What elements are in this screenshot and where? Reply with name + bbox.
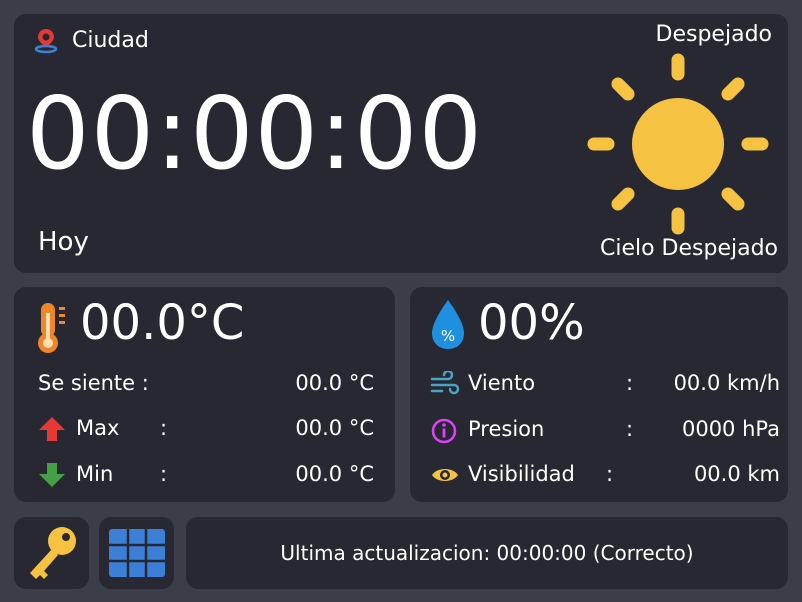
pressure-label: Presion [468,417,545,441]
max-separator: : [160,416,168,440]
thermometer-icon [32,299,72,359]
last-update-status: Ultima actualizacion: 00:00:00 (Correcto… [280,541,694,565]
sun-icon [586,52,770,240]
feels-like-value: 00.0 °C [295,371,374,395]
arrow-down-icon [38,462,66,493]
temperature-panel: 00.0°C Se siente : 00.0 °C Max : 00.0 °C… [14,287,395,502]
condition-long: Cielo Despejado [599,236,778,261]
city-label: Ciudad [72,28,149,53]
min-value: 00.0 °C [295,462,374,486]
wind-icon [430,369,460,402]
eye-icon [430,462,460,493]
wind-separator: : [626,371,634,395]
humidity-panel: % 00% Viento : 00.0 km/h Presion : 0000 … [410,287,788,502]
temperature-value: 00.0°C [80,295,245,351]
key-button[interactable] [14,517,89,589]
arrow-up-icon [38,416,66,447]
clock-display: 00:00:00 [26,75,484,192]
humidity-drop-icon: % [428,297,468,357]
humidity-value: 00% [478,295,585,351]
key-icon [24,523,82,587]
current-weather-panel: Ciudad 00:00:00 Hoy Despejado Cielo Desp… [14,14,788,273]
day-label: Hoy [38,227,89,257]
location-pin-icon [32,26,60,58]
wind-value: 00.0 km/h [673,371,780,395]
min-label: Min [76,462,114,486]
max-value: 00.0 °C [295,416,374,440]
visibility-value: 00.0 km [693,462,780,486]
pressure-value: 0000 hPa [681,417,780,441]
condition-short: Despejado [655,22,772,47]
grid-icon [109,529,165,581]
wind-label: Viento [468,371,536,395]
grid-button[interactable] [99,517,174,589]
visibility-label: Visibilidad [468,462,575,486]
pressure-icon [430,417,458,450]
status-bar: Ultima actualizacion: 00:00:00 (Correcto… [186,517,788,589]
max-label: Max [76,416,120,440]
svg-text:%: % [441,327,455,345]
visibility-separator: : [606,462,614,486]
min-separator: : [160,462,168,486]
pressure-separator: : [626,417,634,441]
feels-like-label: Se siente : [38,371,149,395]
